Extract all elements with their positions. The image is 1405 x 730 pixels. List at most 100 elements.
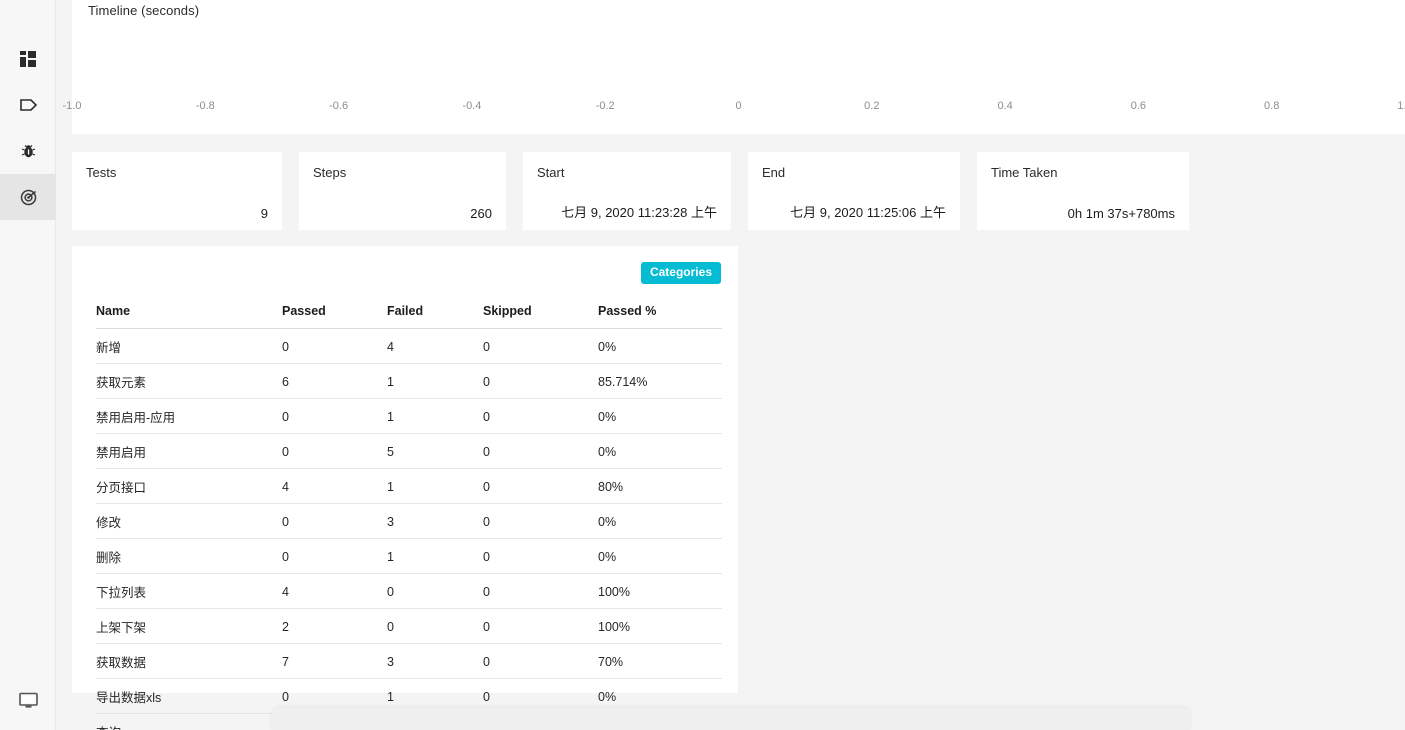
table-row[interactable]: 下拉列表 4 0 0 100%: [96, 573, 722, 609]
cell-passed-pct: 0%: [598, 328, 722, 364]
cell-name: 查询: [96, 713, 282, 730]
monitor-icon: [18, 692, 38, 714]
x-axis-tick: 0.6: [1130, 100, 1147, 112]
cell-passed: 0: [282, 503, 387, 539]
x-axis-tick: -0.8: [195, 100, 215, 112]
cell-failed: 0: [387, 608, 483, 644]
table-body: 新增 0 4 0 0% 获取元素 6 1 0 85.714% 禁用启用-应用 0 1 0 0% 禁用启用 0 5 0…: [96, 328, 722, 730]
stat-label: Time Taken: [991, 165, 1058, 180]
cell-name: 导出数据xls: [96, 678, 282, 714]
table-header-row: Name Passed Failed Skipped Passed %: [96, 304, 722, 329]
cell-skipped: 0: [483, 538, 598, 574]
x-axis-tick: -1.0: [62, 100, 82, 112]
cell-passed-pct: 100%: [598, 608, 722, 644]
cell-name: 获取元素: [96, 363, 282, 399]
x-axis-tick: 0.8: [1264, 100, 1280, 112]
categories-table-card: Categories Name Passed Failed Skipped Pa…: [72, 246, 738, 730]
table-row[interactable]: 获取数据 7 3 0 70%: [96, 643, 722, 679]
x-axis-tick: -0.6: [329, 100, 349, 112]
x-axis-tick: 1.0: [1397, 100, 1405, 112]
table-row[interactable]: 禁用启用-应用 0 1 0 0%: [96, 398, 722, 434]
table-row[interactable]: 上架下架 2 0 0 100%: [96, 608, 722, 644]
cell-passed-pct: 85.714%: [598, 363, 722, 399]
cell-skipped: 0: [483, 363, 598, 399]
column-header-passed-pct[interactable]: Passed %: [598, 304, 722, 329]
cell-name: 下拉列表: [96, 573, 282, 609]
stat-card: Time Taken 0h 1m 37s+780ms: [977, 152, 1189, 230]
cell-passed: 6: [282, 363, 387, 399]
cell-failed: 1: [387, 468, 483, 504]
badge-row: Categories: [640, 262, 721, 284]
cell-passed: 4: [282, 468, 387, 504]
categories-badge[interactable]: Categories: [640, 262, 721, 284]
cell-passed-pct: 0%: [598, 433, 722, 469]
cell-failed: 4: [387, 328, 483, 364]
cell-skipped: 0: [483, 328, 598, 364]
stat-card: Steps 260: [299, 152, 506, 230]
stat-card: End 七月 9, 2020 11:25:06 上午: [748, 152, 960, 230]
table-row[interactable]: 分页接口 4 1 0 80%: [96, 468, 722, 504]
stat-label: Start: [537, 165, 565, 180]
cell-name: 修改: [96, 503, 282, 539]
cell-failed: 3: [387, 503, 483, 539]
column-header-skipped[interactable]: Skipped: [483, 304, 598, 329]
chart-plot-area[interactable]: [88, 26, 1395, 98]
stat-value: 七月 9, 2020 11:23:28 上午: [561, 205, 717, 220]
app-root: Timeline (seconds) -1.0 -0.8 -0.6 -0.4 -0.2 0…: [0, 0, 1405, 730]
sidebar-item-dashboard[interactable]: [0, 36, 56, 82]
cell-passed-pct: 80%: [598, 468, 722, 504]
cell-skipped: 0: [483, 573, 598, 609]
stat-label: Tests: [86, 165, 117, 180]
cell-skipped: 0: [483, 503, 598, 539]
sidebar-item-display[interactable]: [0, 692, 56, 714]
cell-failed: 1: [387, 538, 483, 574]
bottom-dock-strip: [272, 708, 1190, 730]
table-row[interactable]: 获取元素 6 1 0 85.714%: [96, 363, 722, 399]
bug-icon: [21, 143, 36, 159]
x-axis-tick: 0.2: [864, 100, 880, 112]
dashboard-grid-icon: [20, 51, 36, 67]
sidebar-item-timeline[interactable]: [0, 174, 56, 220]
column-header-name[interactable]: Name: [96, 304, 282, 329]
table-header: Name Passed Failed Skipped Passed %: [96, 304, 722, 329]
x-axis-tick: -0.4: [462, 100, 482, 112]
x-axis-tick: -0.2: [595, 100, 615, 112]
table-row[interactable]: 删除 0 1 0 0%: [96, 538, 722, 574]
x-axis-tick: 0.4: [997, 100, 1013, 112]
stat-value: 260: [470, 206, 492, 221]
sidebar-nav: [0, 36, 56, 220]
table-row[interactable]: 禁用启用 0 5 0 0%: [96, 433, 722, 469]
cell-failed: 1: [387, 363, 483, 399]
sidebar-item-defects[interactable]: [0, 128, 56, 174]
cell-passed: 7: [282, 643, 387, 679]
cell-skipped: 0: [483, 608, 598, 644]
table-row[interactable]: 修改 0 3 0 0%: [96, 503, 722, 539]
stat-value: 9: [260, 206, 268, 221]
table-row[interactable]: 新增 0 4 0 0%: [96, 328, 722, 364]
stat-label: Steps: [313, 165, 347, 180]
timeline-chart-card: Timeline (seconds) -1.0 -0.8 -0.6 -0.4 -0.2 0…: [63, 0, 1405, 134]
cell-name: 禁用启用: [96, 433, 282, 469]
cell-skipped: 0: [483, 433, 598, 469]
cell-passed: 2: [282, 608, 387, 644]
sidebar: [0, 0, 56, 730]
summary-stat-cards: Tests 9 Steps 260 Start 七月 9, 2020 11:23:28 上…: [72, 152, 1202, 230]
cell-passed-pct: 0%: [598, 538, 722, 574]
column-header-passed[interactable]: Passed: [282, 304, 387, 329]
sidebar-item-tags[interactable]: [0, 82, 56, 128]
stat-card: Tests 9: [72, 152, 282, 230]
cell-name: 新增: [96, 328, 282, 364]
cell-passed-pct: 0%: [598, 398, 722, 434]
stat-label: End: [762, 165, 786, 180]
cell-passed: 4: [282, 573, 387, 609]
target-icon: [20, 189, 37, 206]
stat-card: Start 七月 9, 2020 11:23:28 上午: [523, 152, 731, 230]
categories-table: Name Passed Failed Skipped Passed % 新增 0 4…: [96, 304, 722, 730]
cell-name: 获取数据: [96, 643, 282, 679]
cell-failed: 0: [387, 573, 483, 609]
cell-passed: 0: [282, 538, 387, 574]
column-header-failed[interactable]: Failed: [387, 304, 483, 329]
cell-failed: 5: [387, 433, 483, 469]
cell-failed: 3: [387, 643, 483, 679]
stat-value: 0h 1m 37s+780ms: [1067, 206, 1175, 221]
